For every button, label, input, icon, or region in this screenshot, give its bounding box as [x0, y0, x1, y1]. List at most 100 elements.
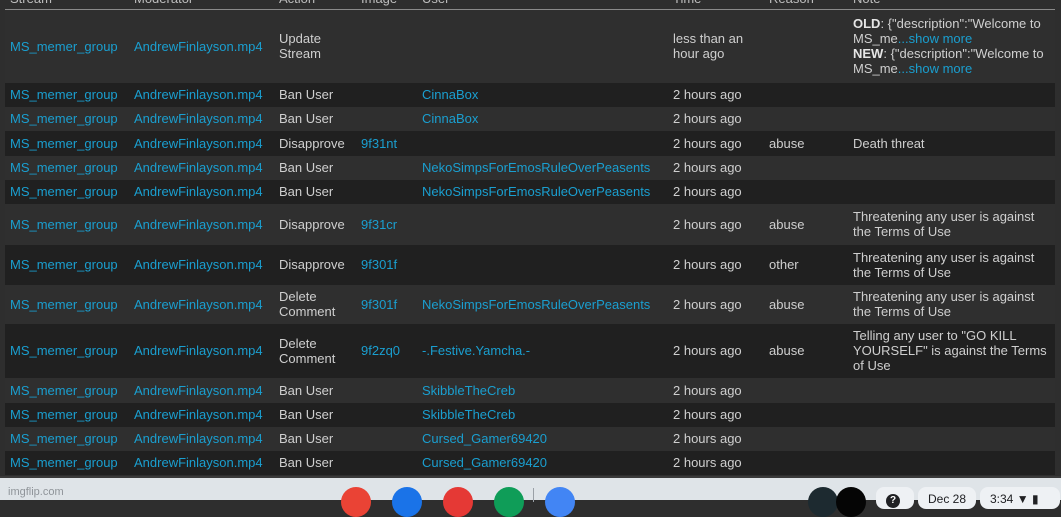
files-icon[interactable]	[392, 487, 422, 517]
stream-link[interactable]: MS_memer_group	[10, 257, 118, 272]
pinwheel-app-icon[interactable]	[443, 487, 473, 517]
time-cell: 2 hours ago	[668, 106, 764, 131]
action-text: Ban User	[279, 184, 334, 199]
moderator-link[interactable]: AndrewFinlayson.mp4	[134, 39, 263, 54]
user-link[interactable]: NekoSimpsForEmosRuleOverPeasents	[422, 184, 650, 199]
show-more-link[interactable]: ...show more	[898, 31, 972, 46]
stream-link[interactable]: MS_memer_group	[10, 136, 118, 151]
action-cell: Disapprove	[274, 203, 356, 245]
table-row: MS_memer_group AndrewFinlayson.mp4 Ban Use…	[5, 402, 1055, 427]
tag-app-icon[interactable]	[545, 487, 575, 517]
user-cell: -.Festive.Yamcha.-	[417, 323, 668, 378]
stream-link[interactable]: MS_memer_group	[10, 160, 118, 175]
stream-link[interactable]: MS_memer_group	[10, 217, 118, 232]
reason-cell	[764, 106, 848, 131]
show-more-link[interactable]: ...show more	[898, 61, 972, 76]
image-cell	[356, 450, 417, 475]
table-row: MS_memer_group AndrewFinlayson.mp4 Ban Use…	[5, 426, 1055, 451]
user-link[interactable]: -.Festive.Yamcha.-	[422, 343, 530, 358]
stream-link[interactable]: MS_memer_group	[10, 39, 118, 54]
old-label: OLD	[853, 16, 881, 32]
moderator-link[interactable]: AndrewFinlayson.mp4	[134, 407, 263, 422]
user-link[interactable]: Cursed_Gamer69420	[422, 431, 547, 446]
moderator-cell: AndrewFinlayson.mp4	[129, 82, 274, 107]
time-cell: 2 hours ago	[668, 323, 764, 378]
action-cell: Ban User	[274, 426, 356, 451]
system-tray[interactable]: 3:34 ▼ ▮	[980, 487, 1060, 509]
image-link[interactable]: 9f31nt	[361, 136, 397, 151]
stream-link[interactable]: MS_memer_group	[10, 383, 118, 398]
stream-link[interactable]: MS_memer_group	[10, 343, 118, 358]
stream-link[interactable]: MS_memer_group	[10, 184, 118, 199]
image-link[interactable]: 9f301f	[361, 297, 397, 312]
image-cell: 9f31nt	[356, 130, 417, 156]
user-link[interactable]: NekoSimpsForEmosRuleOverPeasents	[422, 160, 650, 175]
reason-cell	[764, 82, 848, 107]
note-cell	[848, 450, 1055, 475]
note-text: Threatening any user is against the Term…	[853, 249, 1035, 280]
moderator-link[interactable]: AndrewFinlayson.mp4	[134, 343, 263, 358]
moderator-link[interactable]: AndrewFinlayson.mp4	[134, 431, 263, 446]
table-row: MS_memer_group AndrewFinlayson.mp4 Ban Use…	[5, 450, 1055, 475]
stream-link[interactable]: MS_memer_group	[10, 297, 118, 312]
moderator-link[interactable]: AndrewFinlayson.mp4	[134, 217, 263, 232]
help-button[interactable]: ?	[876, 487, 914, 509]
time-cell: 2 hours ago	[668, 284, 764, 324]
table-row: MS_memer_group AndrewFinlayson.mp4 Disappr…	[5, 244, 1055, 285]
stream-cell: MS_memer_group	[5, 179, 129, 204]
moderation-log-page: StreamModeratorActionImageUserTimeReason…	[0, 0, 1061, 476]
wifi-icon: ▼	[1016, 492, 1029, 506]
time-cell: 2 hours ago	[668, 130, 764, 156]
moderator-link[interactable]: AndrewFinlayson.mp4	[134, 455, 263, 470]
stream-cell: MS_memer_group	[5, 284, 129, 324]
image-cell	[356, 155, 417, 180]
action-cell: Ban User	[274, 106, 356, 131]
time-text: 2 hours ago	[673, 343, 742, 358]
reason-cell	[764, 155, 848, 180]
action-cell: Ban User	[274, 82, 356, 107]
moderator-link[interactable]: AndrewFinlayson.mp4	[134, 111, 263, 126]
action-text: Ban User	[279, 455, 334, 470]
user-cell	[417, 203, 668, 245]
image-cell: 9f31cr	[356, 203, 417, 245]
image-link[interactable]: 9f2zq0	[361, 343, 400, 358]
user-link[interactable]: CinnaBox	[422, 87, 478, 102]
time-text: 2 hours ago	[673, 382, 742, 398]
note-cell	[848, 82, 1055, 107]
window-thumbnail-icon[interactable]	[836, 487, 866, 517]
date-button[interactable]: Dec 28	[918, 487, 977, 509]
stream-link[interactable]: MS_memer_group	[10, 87, 118, 102]
window-thumbnail-icon[interactable]	[808, 487, 838, 517]
moderator-link[interactable]: AndrewFinlayson.mp4	[134, 383, 263, 398]
stream-link[interactable]: MS_memer_group	[10, 111, 118, 126]
reason-cell: abuse	[764, 203, 848, 245]
image-link[interactable]: 9f31cr	[361, 217, 397, 232]
moderator-link[interactable]: AndrewFinlayson.mp4	[134, 160, 263, 175]
note-cell	[848, 155, 1055, 180]
user-link[interactable]: CinnaBox	[422, 111, 478, 126]
moderator-link[interactable]: AndrewFinlayson.mp4	[134, 87, 263, 102]
user-link[interactable]: Cursed_Gamer69420	[422, 455, 547, 470]
moderator-link[interactable]: AndrewFinlayson.mp4	[134, 184, 263, 199]
time-text: 2 hours ago	[673, 111, 742, 126]
user-link[interactable]: NekoSimpsForEmosRuleOverPeasents	[422, 297, 650, 312]
moderator-cell: AndrewFinlayson.mp4	[129, 155, 274, 180]
stream-link[interactable]: MS_memer_group	[10, 455, 118, 470]
action-text: Update Stream	[279, 31, 321, 62]
user-link[interactable]: SkibbleTheCreb	[422, 407, 515, 422]
stream-cell: MS_memer_group	[5, 203, 129, 245]
classroom-icon[interactable]	[494, 487, 524, 517]
image-link[interactable]: 9f301f	[361, 257, 397, 272]
column-header-moderator: Moderator	[129, 0, 274, 10]
stream-link[interactable]: MS_memer_group	[10, 407, 118, 422]
chrome-icon[interactable]	[341, 487, 371, 517]
action-cell: Disapprove	[274, 244, 356, 285]
table-body: MS_memer_group AndrewFinlayson.mp4 Update …	[5, 9, 1055, 475]
time-text: 2 hours ago	[673, 257, 742, 272]
moderator-link[interactable]: AndrewFinlayson.mp4	[134, 136, 263, 151]
note-cell: Threatening any user is against the Term…	[848, 203, 1055, 245]
user-link[interactable]: SkibbleTheCreb	[422, 383, 515, 398]
moderator-link[interactable]: AndrewFinlayson.mp4	[134, 257, 263, 272]
stream-link[interactable]: MS_memer_group	[10, 431, 118, 446]
moderator-link[interactable]: AndrewFinlayson.mp4	[134, 297, 263, 312]
